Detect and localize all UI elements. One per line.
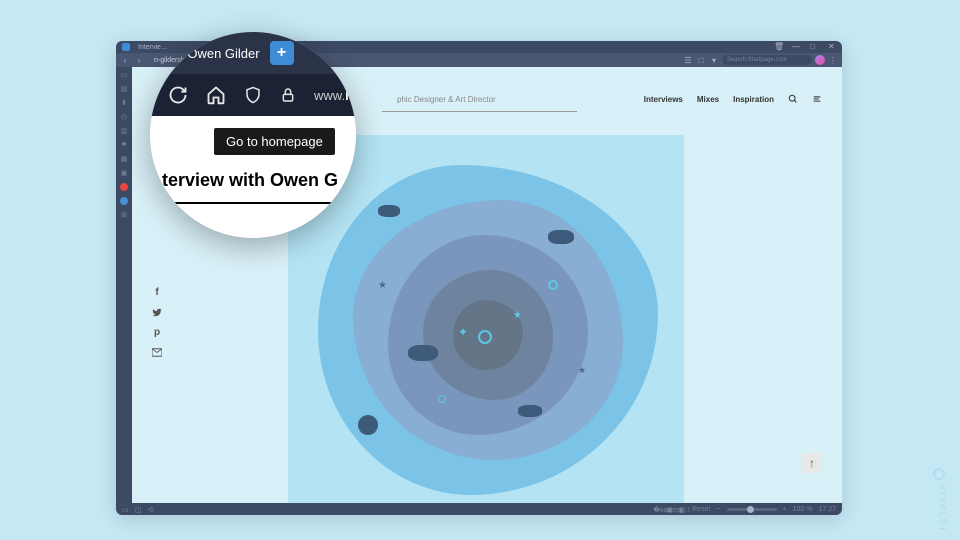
site-nav: Interviews Mixes Inspiration bbox=[644, 94, 822, 104]
header-divider bbox=[382, 111, 577, 112]
notes-icon[interactable]: ▥ bbox=[120, 127, 128, 135]
reload-button[interactable] bbox=[168, 85, 188, 105]
clock: 17:27 bbox=[818, 506, 836, 513]
social-share: f p bbox=[152, 287, 162, 357]
bookmarks-icon[interactable]: ▭ bbox=[120, 71, 128, 79]
vivaldi-watermark: VIVALDI bbox=[938, 484, 948, 532]
extensions-icon[interactable]: ⋮ bbox=[828, 55, 838, 65]
shield-icon[interactable] bbox=[244, 86, 262, 104]
add-panel-icon[interactable]: ⊞ bbox=[120, 211, 128, 219]
magnified-tab-strip: ith Owen Gilder + bbox=[150, 32, 356, 74]
window-controls: 🗑 — □ ✕ bbox=[774, 43, 836, 51]
reading-list-icon[interactable]: ▤ bbox=[120, 85, 128, 93]
tiling-icon[interactable]: ◫ bbox=[135, 506, 142, 513]
search-icon[interactable] bbox=[788, 94, 798, 104]
break-icon[interactable]: ◧ bbox=[679, 506, 686, 513]
magnified-url[interactable]: www.lo bbox=[314, 88, 356, 103]
minimize-button[interactable]: — bbox=[792, 43, 800, 51]
vivaldi-icon[interactable] bbox=[122, 43, 130, 51]
page-subtitle: phic Designer & Art Director bbox=[397, 95, 496, 104]
bookmark-icon[interactable]: □ bbox=[696, 55, 706, 65]
maximize-button[interactable]: □ bbox=[810, 43, 818, 51]
home-tooltip: Go to homepage bbox=[214, 128, 335, 155]
web-panel-blue-icon[interactable] bbox=[120, 197, 128, 205]
magnified-divider bbox=[162, 202, 356, 204]
history-icon[interactable]: ◷ bbox=[120, 113, 128, 121]
calendar-icon[interactable]: ▣ bbox=[120, 169, 128, 177]
zoom-slider[interactable] bbox=[727, 508, 777, 511]
trash-icon[interactable]: 🗑 bbox=[774, 43, 782, 51]
zoom-value: 100 % bbox=[793, 506, 813, 513]
search-input[interactable]: Search Startpage.com bbox=[722, 55, 812, 65]
window-icon[interactable]: ▦ bbox=[120, 155, 128, 163]
pinterest-icon[interactable]: p bbox=[152, 327, 162, 337]
email-icon[interactable] bbox=[152, 347, 162, 357]
forward-button[interactable]: › bbox=[134, 55, 144, 65]
qr-icon[interactable]: ▾ bbox=[709, 55, 719, 65]
downloads-icon[interactable]: ⬇ bbox=[120, 99, 128, 107]
sync-icon[interactable]: ⟲ bbox=[148, 506, 155, 513]
menu-icon[interactable] bbox=[812, 94, 822, 104]
home-button[interactable] bbox=[206, 85, 226, 105]
close-button[interactable]: ✕ bbox=[828, 43, 836, 51]
nav-interviews[interactable]: Interviews bbox=[644, 95, 683, 104]
back-button[interactable]: ‹ bbox=[120, 55, 130, 65]
side-panel: ▭ ▤ ⬇ ◷ ▥ ⚑ ▦ ▣ ⊞ bbox=[116, 67, 132, 503]
facebook-icon[interactable]: f bbox=[152, 287, 162, 297]
lock-icon[interactable] bbox=[280, 87, 296, 103]
scroll-top-button[interactable]: ↑ bbox=[802, 453, 822, 473]
zoom-in[interactable]: + bbox=[783, 506, 787, 513]
new-tab-button[interactable]: + bbox=[270, 41, 294, 65]
hero-image: ✦ ★ ★ ★ bbox=[288, 135, 684, 503]
statusbar: ▭ ◫ ⟲ �камераा ▣ ◧ Reset − + 100 % 17:27 bbox=[116, 503, 842, 515]
magnified-heading: terview with Owen G bbox=[162, 170, 338, 191]
vivaldi-logo-icon bbox=[933, 468, 945, 480]
panel-toggle-icon[interactable]: ▭ bbox=[122, 506, 129, 513]
reader-icon[interactable]: ☰ bbox=[683, 55, 693, 65]
nav-mixes[interactable]: Mixes bbox=[697, 95, 719, 104]
web-panel-red-icon[interactable] bbox=[120, 183, 128, 191]
capture-icon[interactable]: �камераा bbox=[653, 506, 660, 513]
zoom-out[interactable]: − bbox=[716, 506, 720, 513]
twitter-icon[interactable] bbox=[152, 307, 162, 317]
magnified-toolbar: www.lo bbox=[150, 74, 356, 116]
nav-inspiration[interactable]: Inspiration bbox=[733, 95, 774, 104]
magnified-tab-title[interactable]: ith Owen Gilder bbox=[170, 46, 260, 61]
translate-icon[interactable]: ⚑ bbox=[120, 141, 128, 149]
zoom-reset[interactable]: Reset bbox=[692, 506, 710, 513]
images-icon[interactable]: ▣ bbox=[666, 506, 673, 513]
magnifier-callout: ith Owen Gilder + www.lo Go to homepage … bbox=[150, 32, 356, 238]
profile-avatar[interactable] bbox=[815, 55, 825, 65]
